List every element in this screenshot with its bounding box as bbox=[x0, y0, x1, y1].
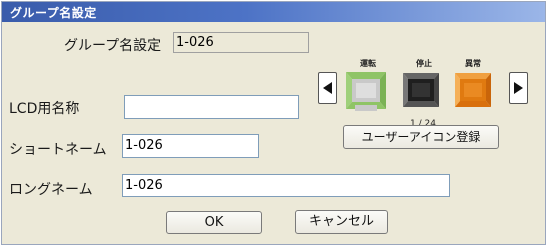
ok-button[interactable]: OK bbox=[166, 211, 262, 234]
short-name-label: ショートネーム bbox=[9, 142, 107, 158]
unit-error-icon[interactable] bbox=[454, 70, 492, 110]
arrow-left-icon bbox=[323, 82, 332, 94]
unit-stopped-icon[interactable] bbox=[402, 70, 440, 110]
error-label: 異常 bbox=[465, 59, 481, 68]
dialog-title: グループ名設定 bbox=[10, 6, 97, 20]
long-name-label: ロングネーム bbox=[9, 182, 93, 198]
prev-icon-button[interactable] bbox=[318, 72, 337, 104]
next-icon-button[interactable] bbox=[509, 72, 528, 104]
cancel-button[interactable]: キャンセル bbox=[295, 210, 388, 234]
stopped-label: 停止 bbox=[416, 59, 432, 68]
title-bar: グループ名設定 bbox=[2, 2, 545, 22]
group-name-dialog: グループ名設定 グループ名設定 1-026 LCD用名称 ショートネーム 1-0… bbox=[1, 1, 546, 245]
long-name-input[interactable]: 1-026 bbox=[122, 174, 450, 197]
arrow-right-icon bbox=[514, 82, 523, 94]
unit-running-icon[interactable] bbox=[344, 68, 388, 114]
group-name-field: 1-026 bbox=[173, 32, 309, 53]
lcd-name-input[interactable] bbox=[124, 95, 299, 119]
lcd-name-label: LCD用名称 bbox=[9, 101, 80, 117]
short-name-input[interactable]: 1-026 bbox=[122, 134, 259, 158]
register-user-icon-button[interactable]: ユーザーアイコン登録 bbox=[343, 125, 499, 149]
group-name-label: グループ名設定 bbox=[64, 38, 162, 54]
